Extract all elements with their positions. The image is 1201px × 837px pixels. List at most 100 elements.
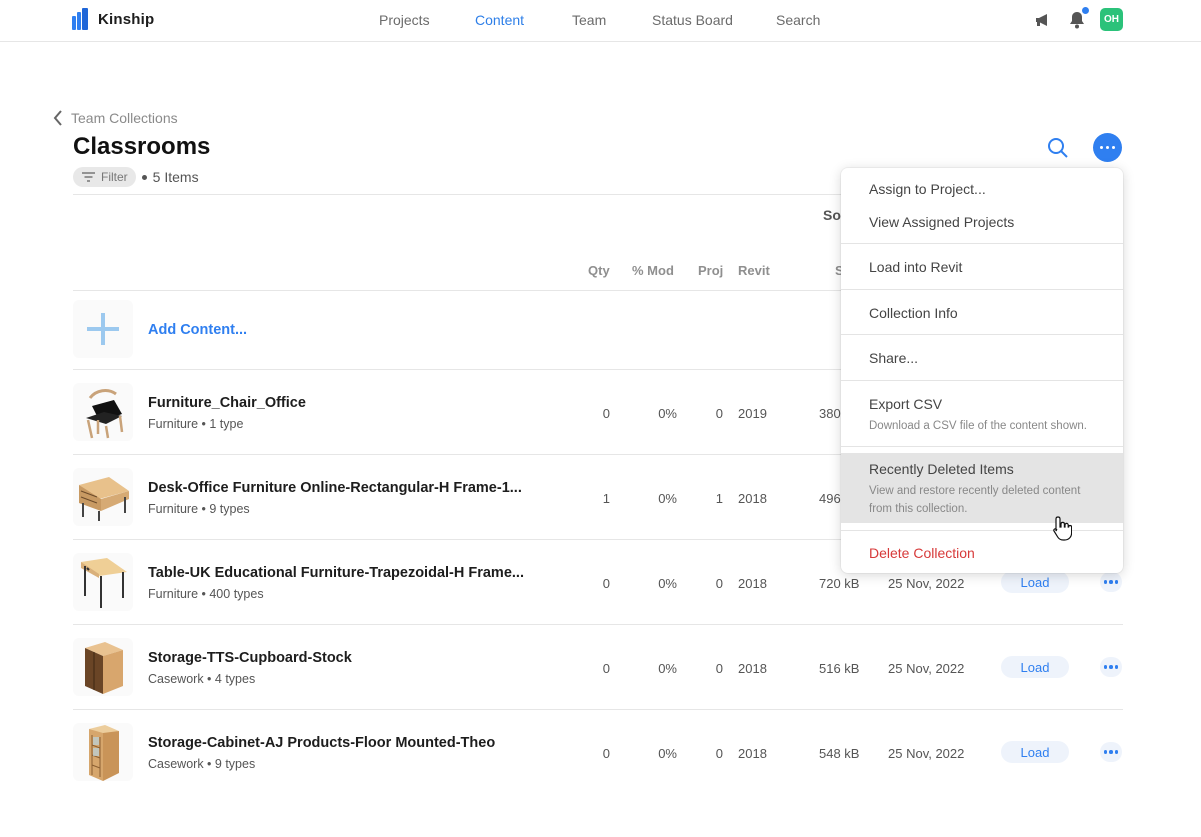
bell-icon[interactable] <box>1066 5 1090 31</box>
cell-proj: 0 <box>715 406 723 421</box>
chevron-left-icon <box>53 110 62 126</box>
item-thumbnail <box>73 638 133 696</box>
menu-item-load-into-revit[interactable]: Load into Revit <box>841 259 1123 275</box>
item-meta: Casework • 9 types <box>148 757 256 771</box>
collection-actions-menu: Assign to Project... View Assigned Proje… <box>841 168 1123 573</box>
cell-size: 548 kB <box>819 746 860 761</box>
nav-item-content[interactable]: Content <box>475 12 524 28</box>
cell-date: 25 Nov, 2022 <box>888 746 965 761</box>
cell-mod: 0% <box>658 576 677 591</box>
cell-qty: 1 <box>602 491 610 506</box>
megaphone-icon[interactable] <box>1032 9 1054 31</box>
item-name[interactable]: Storage-Cabinet-AJ Products-Floor Mounte… <box>148 735 495 751</box>
item-name[interactable]: Storage-TTS-Cupboard-Stock <box>148 650 352 666</box>
nav-item-team[interactable]: Team <box>572 12 606 28</box>
row-more-button[interactable] <box>1100 742 1122 762</box>
cell-size: 516 kB <box>819 661 860 676</box>
cell-qty: 0 <box>602 576 610 591</box>
column-header-qty[interactable]: Qty <box>588 263 610 278</box>
hand-cursor-icon <box>1053 516 1072 541</box>
cell-proj: 1 <box>715 491 723 506</box>
menu-item-collection-info[interactable]: Collection Info <box>841 305 1123 321</box>
sort-label[interactable]: So <box>823 207 841 223</box>
nav-item-projects[interactable]: Projects <box>379 12 430 28</box>
menu-item-recently-deleted[interactable]: Recently Deleted Items View and restore … <box>841 453 1123 523</box>
menu-item-description: View and restore recently deleted conten… <box>869 485 1081 515</box>
item-name[interactable]: Desk-Office Furniture Online-Rectangular… <box>148 480 522 496</box>
table-row[interactable]: Storage-TTS-Cupboard-Stock Casework • 4 … <box>73 625 1123 710</box>
cell-size: 496 <box>819 491 841 506</box>
column-header-revit[interactable]: Revit <box>738 263 770 278</box>
menu-item-description: Download a CSV file of the content shown… <box>869 420 1087 432</box>
menu-item-export-csv[interactable]: Export CSV Download a CSV file of the co… <box>841 396 1123 435</box>
separator-dot <box>141 174 147 180</box>
cell-qty: 0 <box>602 661 610 676</box>
item-meta: Casework • 4 types <box>148 672 256 686</box>
item-meta: Furniture • 1 type <box>148 417 244 431</box>
cell-proj: 0 <box>715 746 723 761</box>
breadcrumb-label: Team Collections <box>71 110 178 126</box>
table-row[interactable]: Storage-Cabinet-AJ Products-Floor Mounte… <box>73 710 1123 795</box>
nav-item-status-board[interactable]: Status Board <box>652 12 733 28</box>
menu-item-delete-collection[interactable]: Delete Collection <box>841 545 1123 561</box>
column-header-mod[interactable]: % Mod <box>632 263 674 278</box>
item-name[interactable]: Table-UK Educational Furniture-Trapezoid… <box>148 565 524 581</box>
cell-mod: 0% <box>658 746 677 761</box>
menu-divider <box>841 334 1123 335</box>
menu-divider <box>841 380 1123 381</box>
cell-revit: 2018 <box>738 491 767 506</box>
cell-size: 720 kB <box>819 576 860 591</box>
cell-revit: 2018 <box>738 746 767 761</box>
cell-mod: 0% <box>658 491 677 506</box>
cell-date: 25 Nov, 2022 <box>888 661 965 676</box>
row-more-button[interactable] <box>1100 657 1122 677</box>
column-header-proj[interactable]: Proj <box>698 263 723 278</box>
cell-qty: 0 <box>602 406 610 421</box>
menu-divider <box>841 530 1123 531</box>
plus-icon <box>73 300 133 358</box>
top-navigation-bar: Kinship Projects Content Team Status Boa… <box>0 0 1201 42</box>
collection-more-button[interactable] <box>1093 133 1122 162</box>
filter-row: Filter 5 Items <box>73 167 199 187</box>
header-actions: OH <box>1032 5 1123 31</box>
search-icon[interactable] <box>1046 136 1070 165</box>
filter-icon <box>82 172 95 182</box>
item-thumbnail <box>73 723 133 781</box>
item-meta: Furniture • 9 types <box>148 502 250 516</box>
cell-proj: 0 <box>715 576 723 591</box>
menu-divider <box>841 446 1123 447</box>
item-meta: Furniture • 400 types <box>148 587 264 601</box>
add-content-label[interactable]: Add Content... <box>148 322 247 338</box>
load-button[interactable]: Load <box>1001 656 1069 678</box>
cell-mod: 0% <box>658 406 677 421</box>
menu-item-view-assigned-projects[interactable]: View Assigned Projects <box>841 214 1123 230</box>
cell-revit: 2018 <box>738 661 767 676</box>
row-more-button[interactable] <box>1100 572 1122 592</box>
item-thumbnail <box>73 383 133 441</box>
main-nav: Projects Content Team Status Board Searc… <box>0 12 1201 32</box>
menu-divider <box>841 289 1123 290</box>
cell-proj: 0 <box>715 661 723 676</box>
filter-button[interactable]: Filter <box>73 167 136 187</box>
filter-label: Filter <box>101 170 128 184</box>
cell-revit: 2018 <box>738 576 767 591</box>
menu-item-share[interactable]: Share... <box>841 350 1123 366</box>
cell-revit: 2019 <box>738 406 767 421</box>
cell-size: 380 <box>819 406 841 421</box>
load-button[interactable]: Load <box>1001 571 1069 593</box>
item-thumbnail <box>73 553 133 611</box>
nav-item-search[interactable]: Search <box>776 12 820 28</box>
cell-date: 25 Nov, 2022 <box>888 576 965 591</box>
load-button[interactable]: Load <box>1001 741 1069 763</box>
breadcrumb[interactable]: Team Collections <box>52 109 178 127</box>
menu-item-assign-to-project[interactable]: Assign to Project... <box>841 181 1123 197</box>
item-count: 5 Items <box>152 169 199 185</box>
menu-divider <box>841 243 1123 244</box>
cell-mod: 0% <box>658 661 677 676</box>
page-title: Classrooms <box>73 133 211 160</box>
menu-item-label: Export CSV <box>869 396 943 412</box>
user-avatar[interactable]: OH <box>1100 8 1123 31</box>
notification-badge <box>1081 5 1090 15</box>
item-name[interactable]: Furniture_Chair_Office <box>148 395 306 411</box>
cell-qty: 0 <box>602 746 610 761</box>
